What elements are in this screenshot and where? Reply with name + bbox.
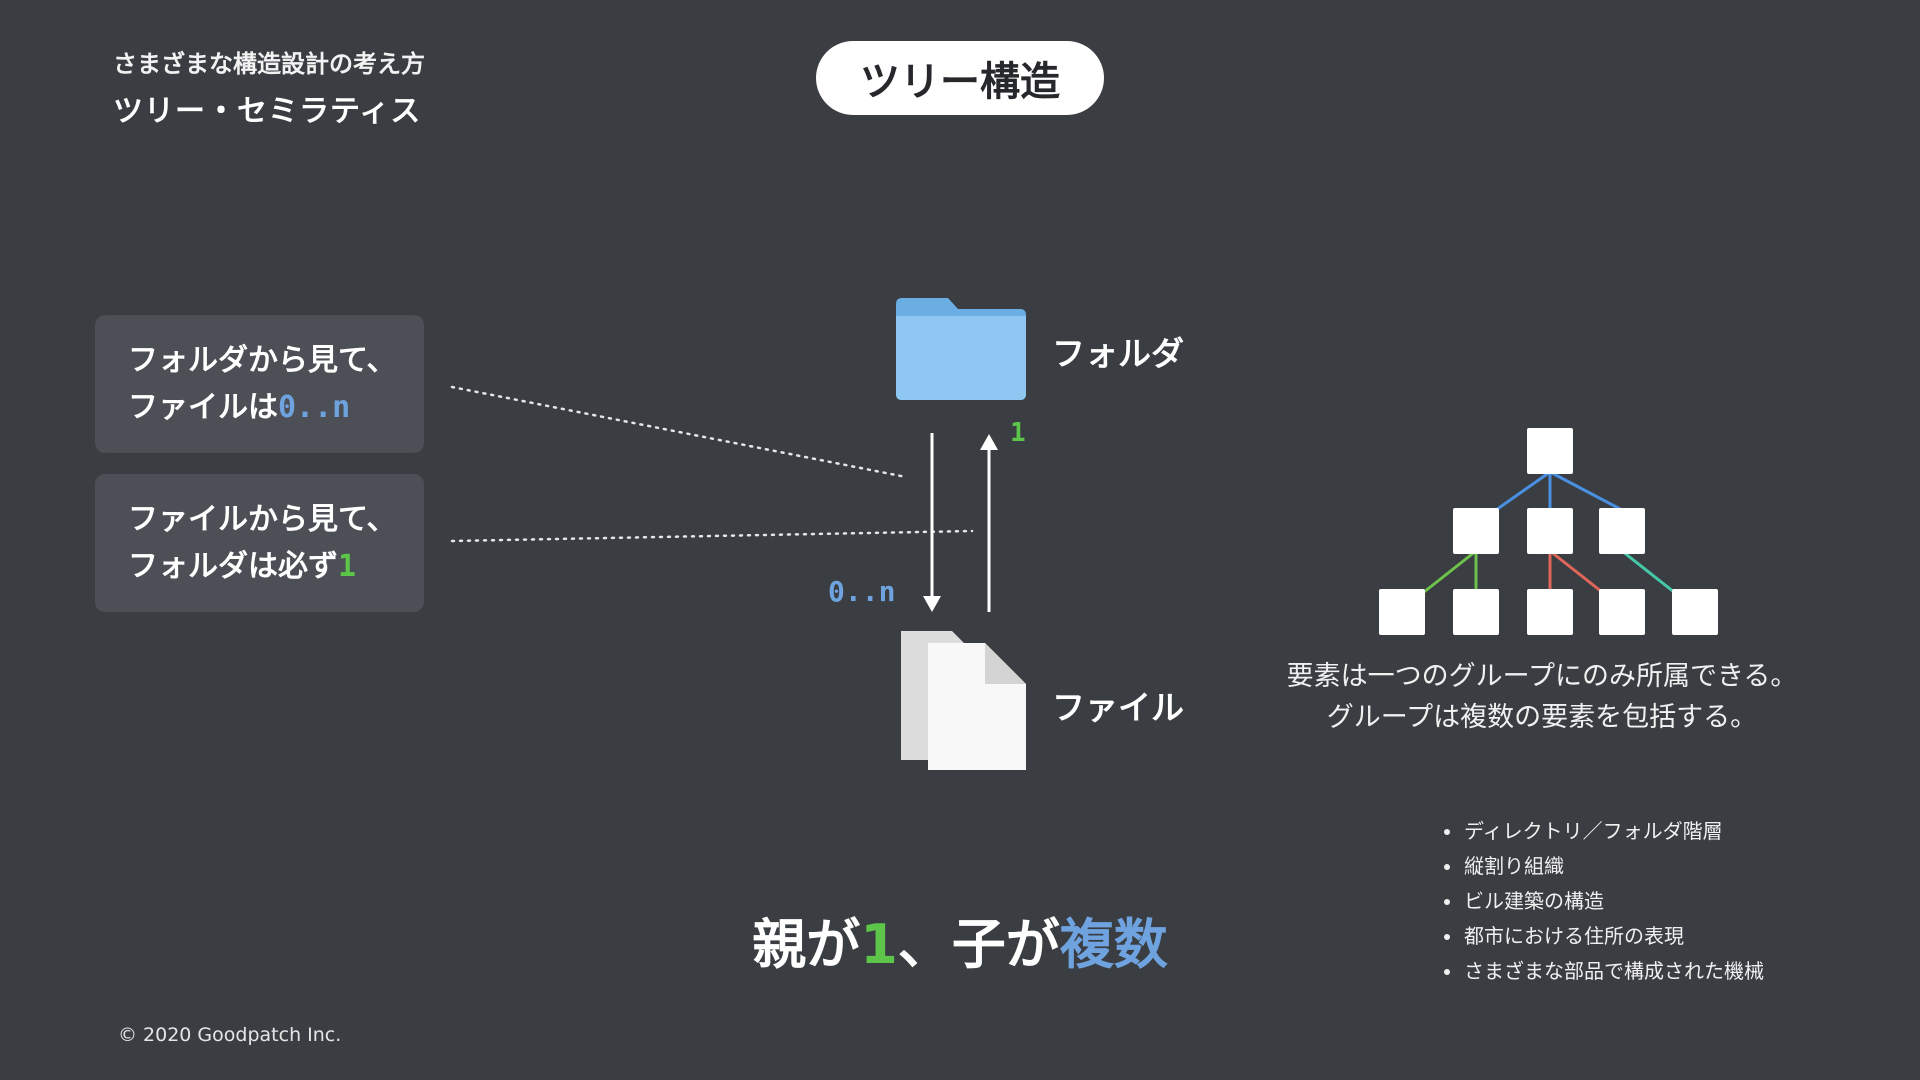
files-icon: [901, 631, 1026, 770]
tree-node-root: [1527, 428, 1573, 474]
up-multiplicity: 1: [1010, 418, 1026, 448]
tree-node-group-3: [1599, 508, 1645, 554]
headline: 親が1、子が複数: [700, 900, 1220, 979]
dotted-connector-file: [450, 529, 974, 543]
headline-part3: 、子が: [897, 913, 1060, 976]
file-label: ファイル: [1052, 688, 1184, 727]
tree-node-leaf-3: [1527, 589, 1573, 635]
tree-node-leaf-5: [1672, 589, 1718, 635]
examples-list: ディレクトリ／フォルダ階層 縦割り組織 ビル建築の構造 都市における住所の表現 …: [1440, 814, 1764, 989]
dotted-connector-folder: [450, 385, 908, 479]
headline-part1: 親が: [752, 913, 861, 976]
folder-label: フォルダ: [1052, 334, 1184, 373]
tree-description-line2: グループは複数の要素を包括する。: [1326, 702, 1758, 733]
tree-description: 要素は一つのグループにのみ所属できる。 グループは複数の要素を包括する。: [1272, 656, 1812, 738]
list-item: 都市における住所の表現: [1440, 919, 1764, 954]
tree-node-group-2: [1527, 508, 1573, 554]
headline-one: 1: [860, 913, 898, 976]
down-arrow: [923, 433, 941, 612]
tree-graphic: [1379, 428, 1718, 635]
tree-node-leaf-4: [1599, 589, 1645, 635]
tree-node-group-1: [1453, 508, 1499, 554]
tree-node-leaf-2: [1453, 589, 1499, 635]
down-multiplicity: 0..n: [828, 575, 896, 608]
copyright: © 2020 Goodpatch Inc.: [118, 1024, 342, 1046]
folder-icon: [896, 298, 1026, 400]
list-item: 縦割り組織: [1440, 849, 1764, 884]
list-item: ディレクトリ／フォルダ階層: [1440, 814, 1764, 849]
tree-node-leaf-1: [1379, 589, 1425, 635]
tree-description-line1: 要素は一つのグループにのみ所属できる。: [1286, 661, 1798, 692]
up-arrow: [980, 434, 998, 612]
list-item: さまざまな部品で構成された機械: [1440, 954, 1764, 989]
headline-many: 複数: [1059, 913, 1168, 976]
list-item: ビル建築の構造: [1440, 884, 1764, 919]
